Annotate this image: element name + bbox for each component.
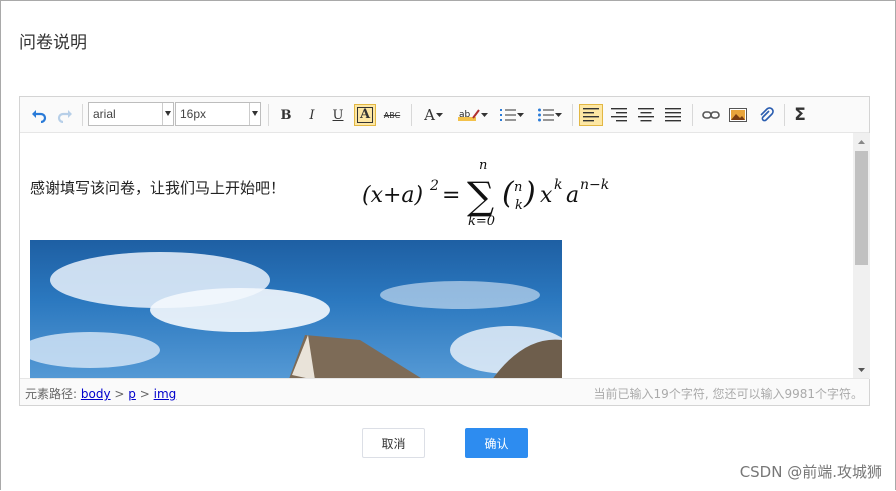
font-size-select[interactable]: 16px (175, 102, 261, 126)
fore-color-label: A (424, 106, 435, 124)
align-right-icon (611, 108, 627, 122)
unordered-list-button[interactable] (534, 104, 566, 126)
toolbar-separator (268, 104, 269, 126)
editor-statusbar: 元素路径: body > p > img 当前已输入19个字符, 您还可以输入9… (20, 378, 869, 405)
path-item-p[interactable]: p (128, 387, 136, 401)
embedded-photo[interactable] (30, 240, 562, 379)
path-separator: > (139, 387, 150, 401)
rich-text-editor: arial 16px B I U A ABC A ab Σ 感谢填写该问卷，让我… (19, 96, 870, 406)
path-item-img[interactable]: img (154, 387, 177, 401)
bold-button[interactable]: B (275, 104, 297, 126)
editor-content[interactable]: 感谢填写该问卷，让我们马上开始吧！ (x+a) 2 = ∑ n k=0 ( n … (20, 133, 853, 379)
formula-x: x (540, 183, 553, 208)
scroll-down-icon[interactable] (853, 363, 870, 377)
attachment-button[interactable] (754, 104, 778, 126)
chevron-down-icon (252, 111, 258, 116)
chevron-down-icon (516, 113, 524, 117)
scrollbar-thumb[interactable] (855, 151, 868, 265)
scroll-up-icon[interactable] (853, 135, 870, 149)
italic-button[interactable]: I (301, 104, 323, 126)
image-icon (729, 108, 747, 122)
path-item-body[interactable]: body (81, 387, 111, 401)
align-right-button[interactable] (607, 104, 631, 126)
redo-icon (57, 110, 72, 123)
align-center-icon (638, 108, 654, 122)
path-separator: > (114, 387, 125, 401)
formula-a-exp: n−k (580, 177, 609, 193)
editor-toolbar: arial 16px B I U A ABC A ab Σ (20, 97, 869, 133)
editor-scrollbar[interactable] (853, 133, 870, 379)
formula-exp: 2 (429, 178, 439, 194)
align-justify-button[interactable] (661, 104, 685, 126)
underline-button[interactable]: U (327, 104, 349, 126)
align-center-button[interactable] (634, 104, 658, 126)
undo-icon (32, 110, 47, 123)
element-path: 元素路径: body > p > img (25, 385, 176, 402)
highlighter-icon: ab (457, 109, 480, 121)
binomial-formula: (x+a) 2 = ∑ n k=0 ( n k ) x k a n−k (362, 159, 642, 229)
toolbar-separator (784, 104, 785, 126)
align-justify-icon (665, 108, 681, 122)
formula-x-exp: k (554, 177, 562, 193)
formula-lower: k=0 (468, 214, 495, 229)
formula-svg: (x+a) 2 = ∑ n k=0 ( n k ) x k a n−k (362, 159, 609, 229)
svg-text:ab: ab (459, 110, 471, 120)
greeting-text: 感谢填写该问卷，让我们马上开始吧！ (30, 179, 286, 197)
dialog-title: 问卷说明 (19, 33, 87, 53)
font-size-value: 16px (180, 107, 207, 121)
toolbar-separator (572, 104, 573, 126)
font-family-select[interactable]: arial (88, 102, 174, 126)
insert-image-button[interactable] (726, 104, 750, 126)
chevron-down-icon (554, 113, 562, 117)
watermark: CSDN @前端.攻城狮 (739, 463, 882, 481)
cancel-button[interactable]: 取消 (362, 428, 425, 458)
redo-button[interactable] (54, 104, 76, 126)
font-border-label: A (356, 107, 374, 123)
font-border-button[interactable]: A (354, 104, 376, 126)
toolbar-separator (411, 104, 412, 126)
ordered-list-icon (499, 109, 516, 121)
element-path-label: 元素路径: (25, 387, 78, 401)
formula-lhs: (x+a) (362, 183, 423, 208)
link-icon (702, 111, 720, 119)
formula-binom-top: n (514, 180, 522, 195)
align-left-icon (583, 108, 599, 122)
chevron-down-icon (435, 113, 443, 117)
beach-hut-image (30, 252, 562, 379)
align-left-button[interactable] (579, 104, 603, 126)
toolbar-separator (82, 104, 83, 126)
toolbar-separator (692, 104, 693, 126)
word-count: 当前已输入19个字符, 您还可以输入9981个字符。 (593, 387, 863, 401)
formula-eq: = (442, 183, 460, 208)
confirm-button[interactable]: 确认 (465, 428, 528, 458)
formula-button[interactable]: Σ (789, 104, 811, 126)
formula-sum: ∑ (467, 174, 494, 218)
ordered-list-button[interactable] (496, 104, 528, 126)
unordered-list-icon (537, 108, 554, 122)
highlight-color-button[interactable]: ab (456, 104, 490, 126)
formula-rparen: ) (523, 176, 536, 211)
formula-a: a (566, 183, 579, 208)
paperclip-icon (760, 107, 774, 122)
font-family-value: arial (93, 107, 116, 121)
undo-button[interactable] (28, 104, 50, 126)
fore-color-button[interactable]: A (418, 104, 450, 126)
strikethrough-button[interactable]: ABC (380, 104, 404, 126)
chevron-down-icon (480, 113, 488, 117)
formula-upper: n (479, 159, 487, 173)
chevron-down-icon (165, 111, 171, 116)
insert-link-button[interactable] (699, 104, 723, 126)
formula-binom-bottom: k (515, 198, 523, 213)
